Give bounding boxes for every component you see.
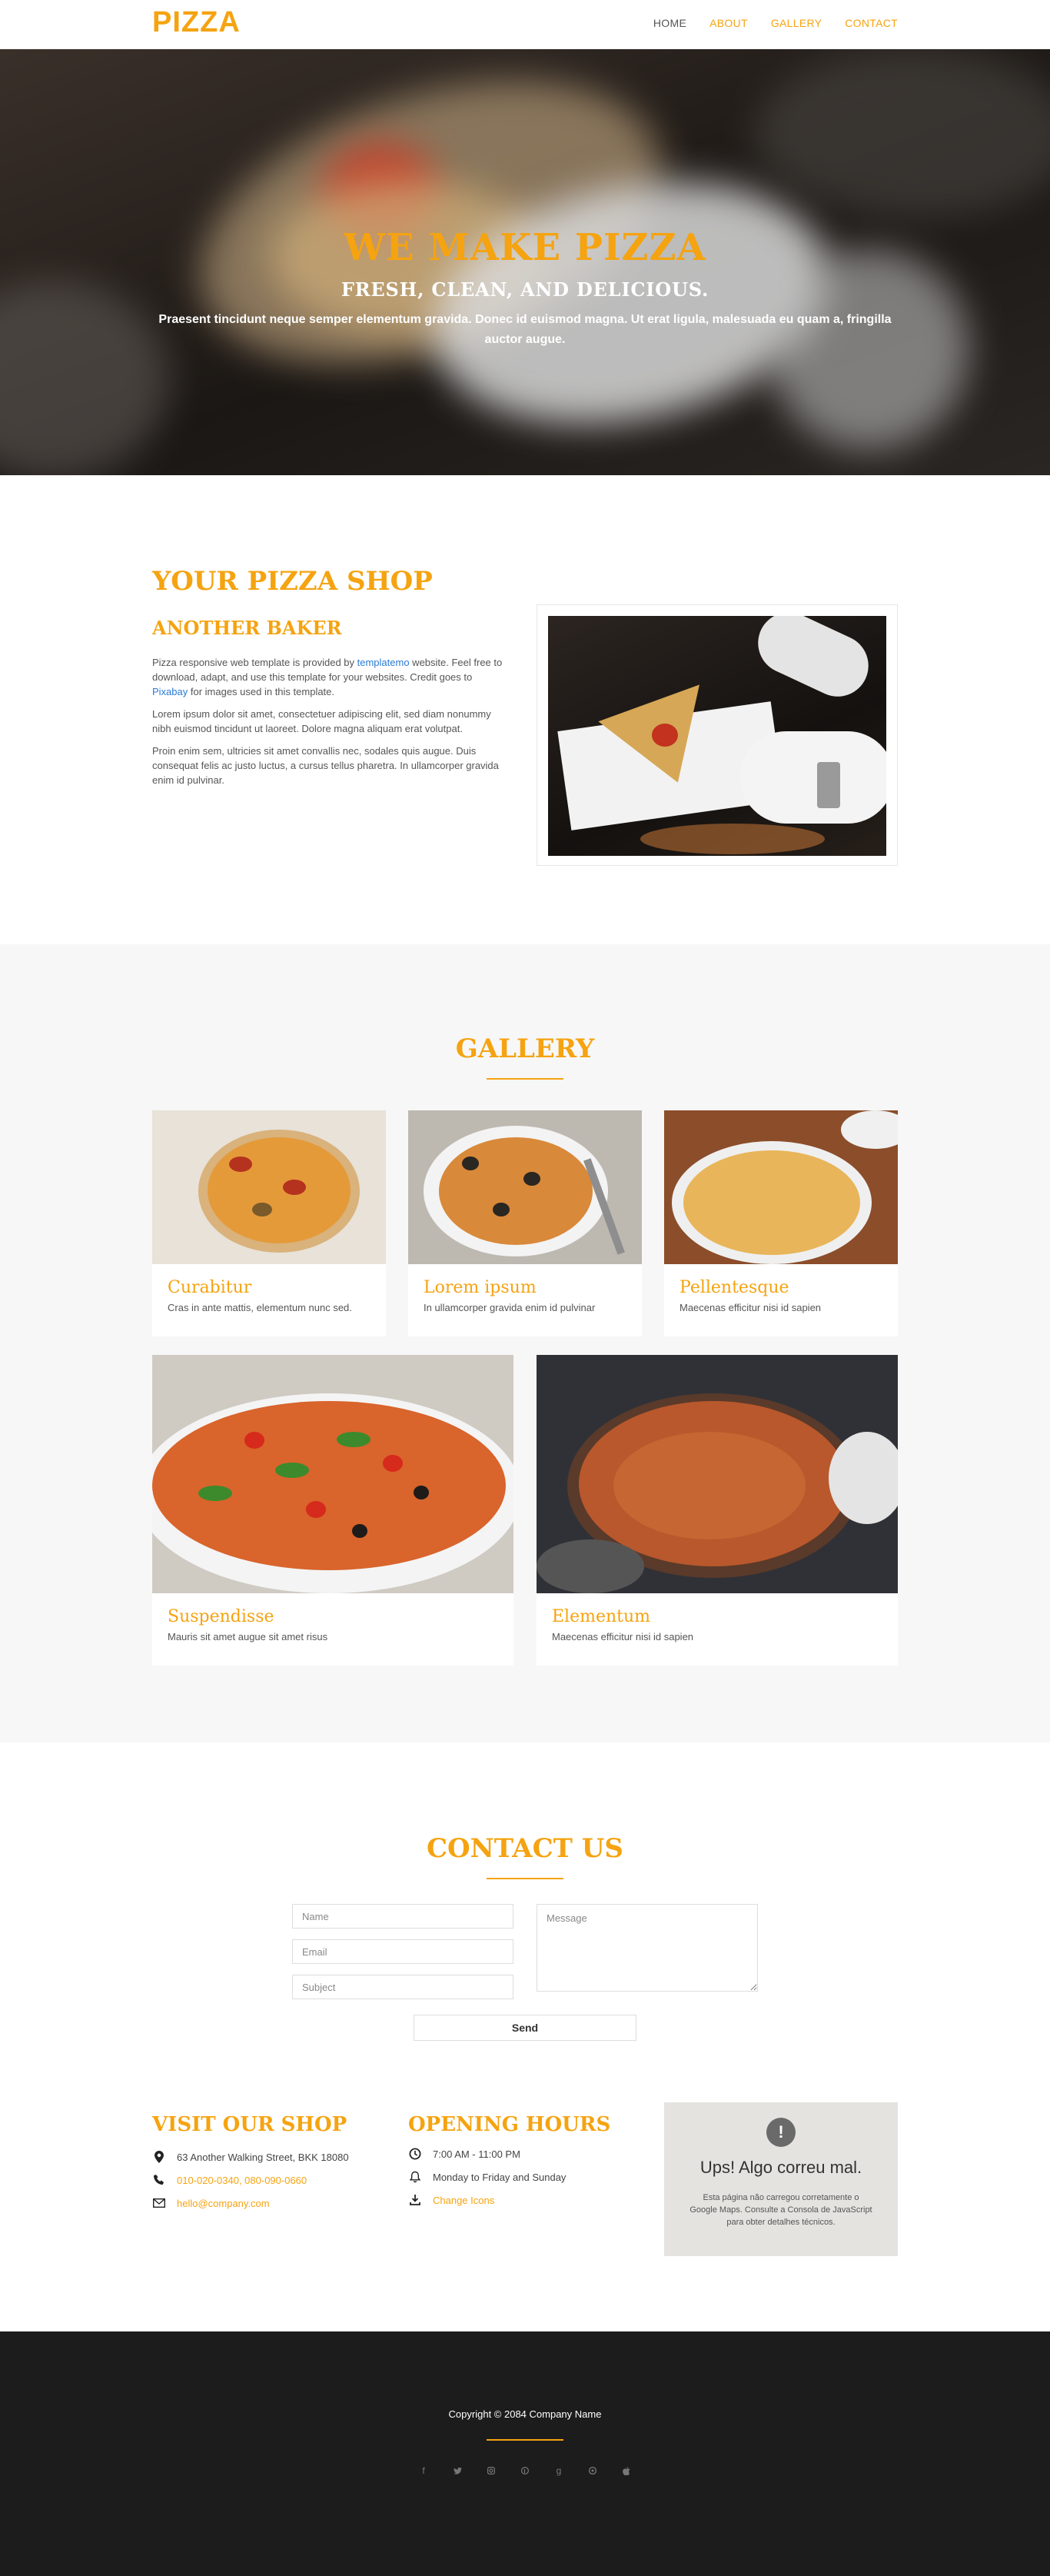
name-input[interactable] [292, 1904, 513, 1929]
copyright-text: Copyright © 2084 Company Name [448, 2408, 602, 2420]
gallery-text-5: Maecenas efficitur nisi id sapien [552, 1631, 694, 1642]
brand-logo[interactable]: PIZZA [152, 6, 241, 39]
gallery-card-2[interactable]: Lorem ipsum In ullamcorper gravida enim … [408, 1110, 642, 1336]
opening-hours-title: OPENING HOURS [408, 2113, 611, 2136]
hero-text: WE MAKE PIZZA FRESH, CLEAN, AND DELICIOU… [0, 226, 1050, 350]
clock-icon [408, 2147, 422, 2161]
about-paragraph-1: Pizza responsive web template is provide… [152, 657, 503, 697]
gallery-card-5[interactable]: Elementum Maecenas efficitur nisi id sap… [537, 1355, 898, 1666]
top-navbar: PIZZA HOME ABOUT GALLERY CONTACT [0, 0, 1050, 49]
gallery-section: GALLERY Curabitur Cras in ante mattis, e… [0, 944, 1050, 1742]
gallery-image-4 [152, 1355, 513, 1593]
about-section: YOUR PIZZA SHOP ANOTHER BAKER Pizza resp… [0, 475, 1050, 944]
about-text: Pizza responsive web template is provide… [152, 655, 506, 795]
message-textarea[interactable] [537, 1904, 758, 1992]
shop-phones[interactable]: 010-020-0340, 080-090-0660 [177, 2175, 307, 2186]
gallery-text-1: Cras in ante mattis, elementum nunc sed. [168, 1302, 352, 1313]
about-subtitle: ANOTHER BAKER [152, 617, 342, 639]
map-marker-icon [152, 2150, 166, 2164]
gallery-text-4: Mauris sit amet augue sit amet risus [168, 1631, 328, 1642]
gallery-caption-3: Pellentesque [680, 1278, 789, 1297]
main-menu: HOME ABOUT GALLERY CONTACT [653, 17, 898, 29]
bell-icon [408, 2170, 422, 2184]
gallery-card-3[interactable]: Pellentesque Maecenas efficitur nisi id … [664, 1110, 898, 1336]
shop-address-row: 63 Another Walking Street, BKK 18080 [152, 2150, 349, 2164]
hero-title: WE MAKE PIZZA [344, 226, 706, 269]
nav-item-gallery[interactable]: GALLERY [771, 17, 822, 29]
gallery-image-3 [664, 1110, 898, 1264]
hero-banner: WE MAKE PIZZA FRESH, CLEAN, AND DELICIOU… [0, 49, 1050, 475]
hours-time: 7:00 AM - 11:00 PM [433, 2148, 520, 2160]
download-icon [408, 2193, 422, 2207]
footer-underline [487, 2439, 563, 2441]
hero-subtitle: FRESH, CLEAN, AND DELICIOUS. [341, 278, 709, 301]
change-icons-link[interactable]: Change Icons [433, 2195, 494, 2206]
nav-item-contact[interactable]: CONTACT [845, 17, 898, 29]
subject-input[interactable] [292, 1975, 513, 1999]
footer: Copyright © 2084 Company Name f g [0, 2331, 1050, 2576]
gallery-card-1[interactable]: Curabitur Cras in ante mattis, elementum… [152, 1110, 386, 1336]
map-error-title: Ups! Algo correu mal. [699, 2158, 862, 2177]
about-photo-frame [537, 604, 898, 866]
nav-item-about[interactable]: ABOUT [709, 17, 748, 29]
gallery-text-2: In ullamcorper gravida enim id pulvinar [424, 1302, 596, 1313]
gallery-text-3: Maecenas efficitur nisi id sapien [680, 1302, 822, 1313]
gallery-image-5 [537, 1355, 898, 1593]
hours-days: Monday to Friday and Sunday [433, 2171, 567, 2183]
shop-address: 63 Another Walking Street, BKK 18080 [177, 2151, 349, 2163]
shop-phone-row: 010-020-0340, 080-090-0660 [152, 2173, 307, 2187]
github-icon[interactable] [586, 2464, 600, 2478]
email-input[interactable] [292, 1939, 513, 1964]
facebook-icon[interactable]: f [417, 2464, 430, 2478]
hours-days-row: Monday to Friday and Sunday [408, 2170, 566, 2184]
about-paragraph-3: Proin enim sem, ultricies sit amet conva… [152, 745, 499, 786]
hero-description: Praesent tincidunt neque semper elementu… [158, 313, 892, 346]
envelope-icon [152, 2196, 166, 2210]
hours-link-row: Change Icons [408, 2193, 494, 2207]
contact-section: CONTACT US Send VISIT OUR SHOP 63 Anothe… [0, 1742, 1050, 2331]
gallery-title-underline [487, 1078, 563, 1080]
pinterest-icon[interactable] [518, 2464, 532, 2478]
instagram-icon[interactable] [484, 2464, 498, 2478]
shop-email[interactable]: hello@company.com [177, 2198, 270, 2209]
google-map-error-box: ! Ups! Algo correu mal. Esta página não … [664, 2102, 898, 2256]
contact-title: CONTACT US [427, 1833, 623, 1864]
nav-item-home[interactable]: HOME [653, 17, 686, 29]
send-button[interactable]: Send [414, 2015, 636, 2041]
about-paragraph-2: Lorem ipsum dolor sit amet, consectetuer… [152, 708, 491, 734]
gallery-image-2 [408, 1110, 642, 1264]
twitter-icon[interactable] [450, 2464, 464, 2478]
templatemo-link[interactable]: templatemo [357, 657, 410, 668]
visit-shop-title: VISIT OUR SHOP [152, 2113, 347, 2136]
shop-email-row: hello@company.com [152, 2196, 270, 2210]
gallery-caption-2: Lorem ipsum [424, 1278, 537, 1297]
apple-icon[interactable] [620, 2464, 633, 2478]
phone-icon [152, 2173, 166, 2187]
google-plus-icon[interactable]: g [552, 2464, 566, 2478]
gallery-title: GALLERY [455, 1033, 595, 1064]
gallery-image-1 [152, 1110, 386, 1264]
pixabay-link[interactable]: Pixabay [152, 686, 188, 697]
gallery-caption-4: Suspendisse [168, 1607, 274, 1626]
about-pizza-photo [548, 616, 886, 856]
map-error-text: Esta página não carregou corretamente o … [689, 2193, 872, 2227]
gallery-caption-1: Curabitur [168, 1278, 252, 1297]
social-links: f g [0, 2464, 1050, 2478]
gallery-caption-5: Elementum [552, 1607, 651, 1626]
about-title: YOUR PIZZA SHOP [152, 566, 433, 597]
hours-time-row: 7:00 AM - 11:00 PM [408, 2147, 520, 2161]
contact-title-underline [487, 1878, 563, 1879]
gallery-card-4[interactable]: Suspendisse Mauris sit amet augue sit am… [152, 1355, 513, 1666]
warning-icon: ! [766, 2118, 796, 2147]
